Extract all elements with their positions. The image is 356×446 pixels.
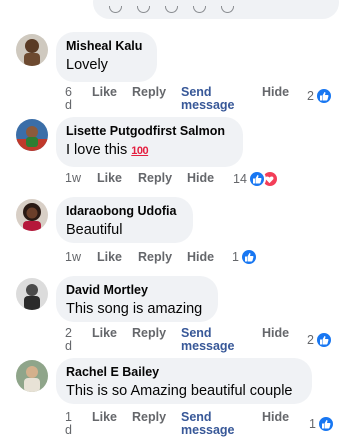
hide-button[interactable]: Hide	[187, 251, 214, 264]
reaction-summary[interactable]: 2	[307, 331, 333, 349]
comment-author[interactable]: Idaraobong Udofia	[66, 203, 183, 219]
comment-author[interactable]: David Mortley	[66, 282, 208, 298]
comment-text: I love this 100	[66, 141, 233, 161]
comment-bubble: David Mortley This song is amazing	[56, 276, 218, 322]
like-reaction-icon	[316, 415, 335, 433]
avatar-photo	[16, 360, 48, 392]
comment-bubble: Misheal Kalu Lovely	[56, 32, 157, 82]
hide-button[interactable]: Hide	[187, 172, 214, 185]
reaction-summary[interactable]: 14	[233, 170, 279, 188]
like-reaction-icon	[314, 331, 333, 349]
hide-button[interactable]: Hide	[262, 86, 289, 99]
reply-button[interactable]: Reply	[132, 327, 166, 340]
composer-tool-icon[interactable]	[221, 6, 234, 13]
composer-tool-icon[interactable]	[193, 6, 206, 13]
reaction-count: 2	[307, 333, 314, 347]
hide-button[interactable]: Hide	[262, 327, 289, 340]
send-message-label: Send message	[181, 85, 235, 112]
send-message-button[interactable]: Send message	[181, 327, 241, 353]
avatar-photo	[16, 278, 48, 310]
comment-composer-partial	[93, 0, 339, 19]
comment-author[interactable]: Misheal Kalu	[66, 38, 147, 54]
reaction-summary[interactable]: 1	[309, 415, 335, 433]
composer-tool-icon[interactable]	[137, 6, 150, 13]
comment-timestamp[interactable]: 2 d	[65, 327, 75, 353]
reaction-summary[interactable]: 1	[232, 248, 258, 266]
avatar[interactable]	[16, 119, 48, 151]
avatar-photo	[16, 34, 48, 66]
reaction-count: 1	[309, 417, 316, 431]
avatar[interactable]	[16, 34, 48, 66]
comment-text: This song is amazing	[66, 301, 203, 317]
comment-author[interactable]: Rachel E Bailey	[66, 364, 302, 380]
comment-text: Lovely	[66, 57, 108, 73]
composer-tool-icon[interactable]	[109, 6, 122, 13]
reply-button[interactable]: Reply	[138, 251, 172, 264]
avatar[interactable]	[16, 199, 48, 231]
comment-timestamp[interactable]: 1 d	[65, 411, 75, 437]
like-button[interactable]: Like	[92, 327, 117, 340]
comment-text: Beautiful	[66, 222, 123, 238]
hide-button[interactable]: Hide	[262, 411, 289, 424]
reply-button[interactable]: Reply	[132, 86, 166, 99]
comment-timestamp[interactable]: 1w	[65, 251, 81, 264]
comment-bubble: Lisette Putgodfirst Salmon I love this 1…	[56, 117, 243, 167]
send-message-label: Send message	[181, 410, 235, 437]
reply-button[interactable]: Reply	[132, 411, 166, 424]
reaction-count: 2	[307, 89, 314, 103]
comment-author[interactable]: Lisette Putgodfirst Salmon	[66, 123, 233, 139]
comment-text: This is so Amazing beautiful couple	[66, 383, 293, 399]
comment-timestamp[interactable]: 1w	[65, 172, 81, 185]
like-button[interactable]: Like	[92, 411, 117, 424]
send-message-button[interactable]: Send message	[181, 86, 241, 112]
comment-bubble: Rachel E Bailey This is so Amazing beaut…	[56, 358, 312, 404]
like-button[interactable]: Like	[97, 172, 122, 185]
composer-tool-icon[interactable]	[165, 6, 178, 13]
reaction-summary[interactable]: 2	[307, 87, 333, 105]
send-message-button[interactable]: Send message	[181, 411, 241, 437]
reply-button[interactable]: Reply	[138, 172, 172, 185]
avatar-photo	[16, 119, 48, 151]
avatar-photo	[16, 199, 48, 231]
like-button[interactable]: Like	[97, 251, 122, 264]
hundred-points-emoji: 100	[131, 145, 149, 157]
comment-timestamp[interactable]: 6 d	[65, 86, 75, 112]
avatar[interactable]	[16, 360, 48, 392]
reaction-count: 1	[232, 250, 239, 264]
avatar[interactable]	[16, 278, 48, 310]
like-button[interactable]: Like	[92, 86, 117, 99]
comment-bubble: Idaraobong Udofia Beautiful	[56, 197, 193, 243]
like-reaction-icon	[239, 248, 258, 266]
like-reaction-icon	[247, 170, 266, 188]
comment-text-body: I love this	[66, 142, 128, 158]
like-reaction-icon	[314, 87, 333, 105]
send-message-label: Send message	[181, 326, 235, 353]
reaction-count: 14	[233, 172, 247, 186]
